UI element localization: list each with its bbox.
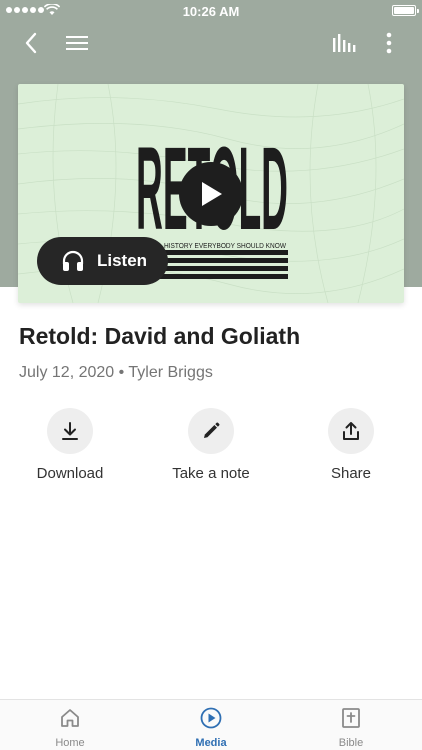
share-circle [328, 408, 374, 454]
tab-bible-label: Bible [338, 737, 364, 749]
download-circle [47, 408, 93, 454]
status-bar: 10:26 AM [0, 0, 422, 22]
take-note-circle [188, 408, 234, 454]
back-button[interactable] [16, 28, 46, 58]
play-circle-icon [200, 707, 222, 729]
equalizer-icon [333, 34, 356, 52]
battery-icon [392, 5, 419, 16]
hamburger-icon [66, 36, 88, 50]
download-label: Download [36, 465, 104, 482]
home-icon [61, 709, 79, 727]
download-button[interactable]: Download [10, 408, 130, 482]
take-note-label: Take a note [172, 465, 250, 482]
tab-bible[interactable]: Bible [301, 707, 401, 749]
chevron-left-icon [25, 32, 37, 54]
share-button[interactable]: Share [291, 408, 411, 482]
bible-icon [342, 708, 360, 728]
episode-meta: July 12, 2020 • Tyler Briggs [19, 364, 213, 381]
artwork-tagline: HISTORY EVERYBODY SHOULD KNOW [164, 243, 286, 250]
download-icon [62, 422, 78, 440]
take-note-button[interactable]: Take a note [151, 408, 271, 482]
more-options-button[interactable] [374, 28, 404, 58]
headphones-icon [62, 250, 84, 271]
tab-home[interactable]: Home [20, 707, 120, 749]
episode-title: Retold: David and Goliath [19, 323, 301, 349]
share-icon [343, 422, 359, 440]
menu-button[interactable] [62, 28, 92, 58]
audio-levels-button[interactable] [329, 28, 359, 58]
listen-button[interactable]: Listen [37, 237, 168, 285]
play-button[interactable] [179, 162, 243, 226]
tab-media[interactable]: Media [161, 707, 261, 749]
pencil-icon [204, 422, 220, 438]
share-label: Share [330, 465, 372, 482]
bottom-tab-bar: Home Media Bible [0, 699, 422, 750]
tab-home-label: Home [55, 737, 85, 749]
play-icon [202, 182, 222, 206]
listen-label: Listen [97, 251, 148, 270]
tab-media-label: Media [195, 737, 227, 749]
status-time: 10:26 AM [182, 4, 240, 19]
more-vertical-icon [386, 32, 392, 54]
